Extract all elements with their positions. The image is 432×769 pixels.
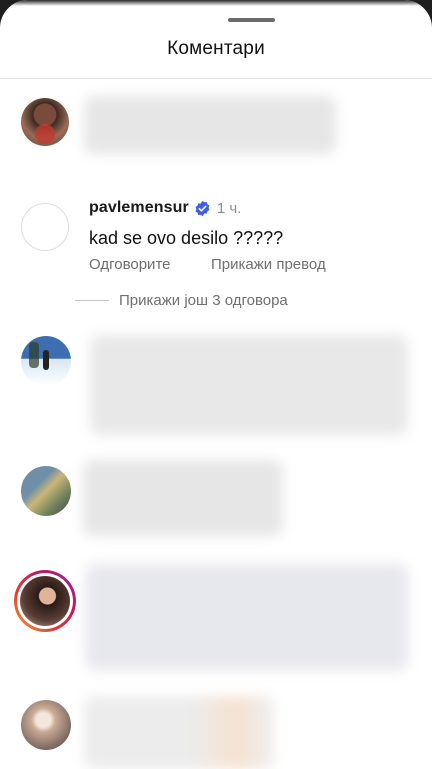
avatar[interactable] (21, 98, 69, 146)
comments-sheet: Коментари pavlemensur 1 ч. kad se ovo de… (0, 0, 432, 769)
avatar[interactable] (21, 203, 69, 251)
blurred-comment (90, 335, 408, 435)
avatar[interactable] (21, 700, 71, 750)
drag-handle[interactable] (228, 18, 275, 22)
header-divider (0, 78, 432, 79)
avatar[interactable] (21, 336, 71, 386)
avatar[interactable] (21, 466, 71, 516)
blurred-comment (86, 564, 408, 670)
avatar-with-story-ring[interactable] (14, 570, 76, 632)
verified-badge-icon (194, 200, 211, 217)
status-shadow (0, 0, 432, 6)
blurred-comment (84, 696, 274, 769)
sheet-title: Коментари (167, 38, 265, 59)
blurred-comment (84, 96, 336, 154)
blurred-comment (83, 460, 283, 536)
comment-time: 1 ч. (216, 199, 242, 217)
username[interactable]: pavlemensur (89, 199, 189, 217)
comment-header: pavlemensur 1 ч. (89, 199, 241, 217)
comment-text: kad se ovo desilo ????? (89, 228, 284, 248)
view-replies-label: Прикажи још 3 одговора (119, 292, 288, 309)
translate-button[interactable]: Прикажи превод (211, 256, 326, 273)
reply-button[interactable]: Одговорите (89, 256, 170, 273)
view-replies-button[interactable]: Прикажи још 3 одговора (75, 292, 288, 309)
replies-line (75, 300, 109, 301)
